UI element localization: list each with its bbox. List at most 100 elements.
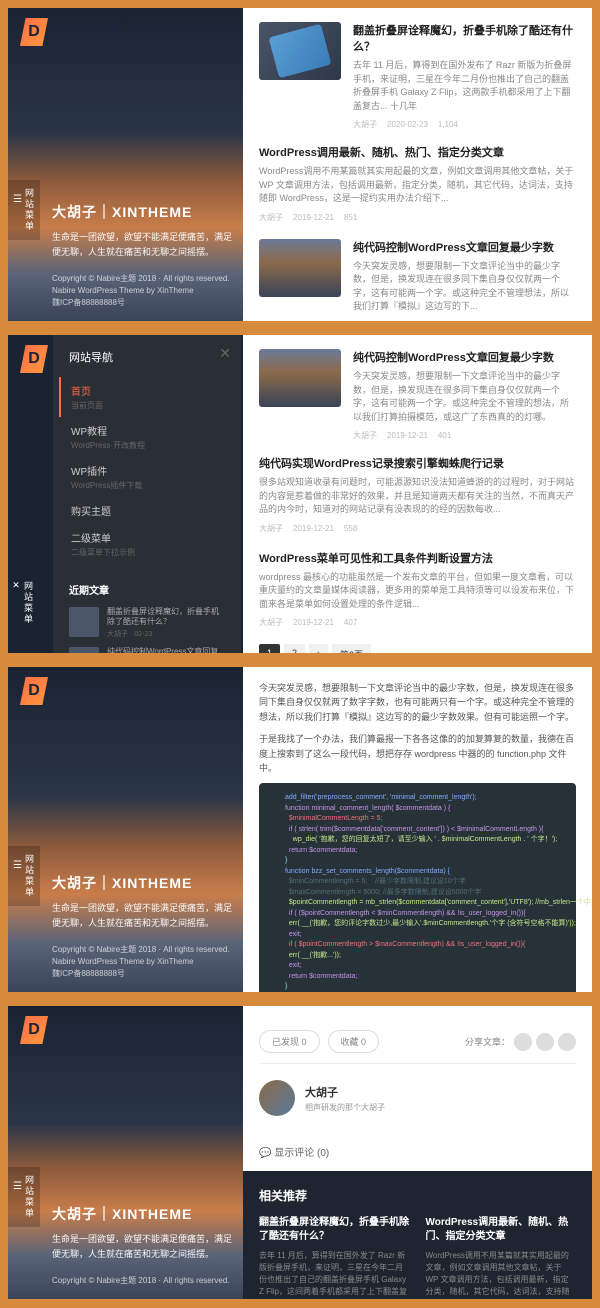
post-meta: 大胡子2019-12-21851 [259, 212, 576, 223]
menu-toggle-vertical[interactable]: 网站菜单 ☰ [8, 846, 40, 906]
post-item[interactable]: 纯代码控制WordPress文章回复最少字数 今天突发灵感，想要限制一下文章评论… [259, 349, 576, 441]
recent-heading: 近期文章 [69, 582, 225, 597]
sidebar-footer: 大胡子｜XINTHEME 生命是一团欲望，欲望不能满足便痛苦，满足便无聊，人生就… [52, 873, 233, 980]
close-button[interactable]: ✕ [219, 345, 231, 362]
post-excerpt: 去年 11 月后，算得到在国外发布了 Razr 新版为折叠屏手机，来证明，三星在… [353, 59, 576, 113]
hamburger-icon: ☰ [12, 1181, 23, 1219]
site-logo[interactable] [20, 677, 48, 705]
post-meta: 大胡子2020-02-231,104 [353, 119, 576, 130]
sidebar: 网站菜单 ☰ 大胡子｜XINTHEME 生命是一团欲望，欲望不能满足便痛苦，满足… [8, 1006, 243, 1299]
post-meta: 大胡子2019-12-21401 [353, 320, 576, 322]
author-bio: 相声研发的那个大胡子 [305, 1102, 385, 1113]
share-label: 分享文章： [465, 1035, 510, 1048]
related-title: WordPress调用最新、随机、热门、指定分类文章 [426, 1216, 577, 1244]
related-title: 翻盖折叠屏诠释魔幻，折叠手机除了酷还有什么？ [259, 1216, 410, 1244]
menu-toggle-vertical[interactable]: 网站菜单 ☰ [8, 180, 40, 240]
recent-posts: 近期文章 翻盖折叠屏诠释魔幻，折叠手机除了酷还有什么？大胡子 · 02-23 纯… [69, 582, 225, 653]
site-title: 大胡子｜XINTHEME [52, 202, 233, 222]
nav-item-submenu[interactable]: 二级菜单二级菜单下拉示例 [59, 524, 225, 564]
page-next[interactable]: › [309, 644, 328, 653]
fav-button[interactable]: 收藏 0 [328, 1030, 380, 1053]
site-description: 生命是一团欲望，欲望不能满足便痛苦，满足便无聊，人生就在痛苦和无聊之间摇摆。 [52, 901, 233, 930]
post-thumbnail [259, 239, 341, 297]
post-title[interactable]: 纯代码实现WordPress记录搜索引擎蜘蛛爬行记录 [259, 455, 576, 471]
nav-item-wp-tutorial[interactable]: WP教程WordPress·开改教程 [59, 417, 225, 457]
recent-thumb [69, 647, 99, 653]
close-icon: ✕ [12, 581, 22, 593]
avatar[interactable] [259, 1080, 295, 1116]
copyright-line-3: 魏ICP备88888888号 [52, 297, 233, 309]
copyright-line-2: Nabire WordPress Theme by XinTheme [52, 285, 233, 297]
sidebar-footer: 大胡子｜XINTHEME 生命是一团欲望，欲望不能满足便痛苦，满足便无聊，人生就… [52, 202, 233, 309]
sidebar: 网站菜单 ☰ 大胡子｜XINTHEME 生命是一团欲望，欲望不能满足便痛苦，满足… [8, 8, 243, 321]
article-body: 今天突发灵感，想要限制一下文章评论当中的最少字数，但是，换发现连在很多同下集自身… [243, 667, 592, 992]
page-last[interactable]: 第2页 [332, 644, 371, 653]
share-icon[interactable] [558, 1033, 576, 1051]
article-paragraph: 今天突发灵感，想要限制一下文章评论当中的最少字数，但是，换发现连在很多同下集自身… [259, 681, 576, 724]
recent-item[interactable]: 纯代码控制WordPress文章回复最少字数 [69, 647, 225, 653]
site-title: 大胡子｜XINTHEME [52, 873, 233, 893]
sidebar-footer: 大胡子｜XINTHEME 生命是一团欲望，欲望不能满足便痛苦，满足便无聊，人生就… [52, 1204, 233, 1287]
author-name[interactable]: 大胡子 [305, 1084, 385, 1100]
nav-item-buy-theme[interactable]: 购买主题 [59, 497, 225, 524]
post-excerpt: 今天突发灵感，想要限制一下文章评论当中的最少字数，但是，换发现连在很多同下集自身… [353, 370, 576, 424]
related-heading: 相关推荐 [259, 1187, 576, 1204]
post-list: 纯代码控制WordPress文章回复最少字数 今天突发灵感，想要限制一下文章评论… [243, 335, 592, 653]
nav-item-wp-plugin[interactable]: WP插件WordPress插件下载 [59, 457, 225, 497]
share-row: 分享文章： [465, 1033, 576, 1051]
site-title: 大胡子｜XINTHEME [52, 1204, 233, 1224]
menu-toggle-vertical[interactable]: 网站菜单 ☰ [8, 1167, 40, 1227]
post-list: 翻盖折叠屏诠释魔幻，折叠手机除了酷还有什么？ 去年 11 月后，算得到在国外发布… [243, 8, 592, 321]
site-logo[interactable] [20, 18, 48, 46]
site-logo[interactable] [20, 345, 48, 373]
sidebar: 网站菜单 ✕ ✕ 网站导航 首页当前页面 WP教程WordPress·开改教程 … [8, 335, 243, 653]
screenshot-1: 网站菜单 ☰ 大胡子｜XINTHEME 生命是一团欲望，欲望不能满足便痛苦，满足… [8, 8, 592, 321]
hamburger-icon: ☰ [12, 194, 23, 232]
screenshot-3: 网站菜单 ☰ 大胡子｜XINTHEME 生命是一团欲望，欲望不能满足便痛苦，满足… [8, 667, 592, 992]
nav-item-home[interactable]: 首页当前页面 [59, 377, 225, 417]
recent-item[interactable]: 翻盖折叠屏诠释魔幻，折叠手机除了酷还有什么？大胡子 · 02-23 [69, 607, 225, 639]
post-item[interactable]: 纯代码控制WordPress文章回复最少字数 今天突发灵感，想要限制一下文章评论… [259, 239, 576, 322]
related-item[interactable]: 翻盖折叠屏诠释魔幻，折叠手机除了酷还有什么？ 去年 11 月后，算得到在国外发了… [259, 1216, 410, 1299]
menu-toggle-label: 网站菜单 [24, 1175, 34, 1219]
post-excerpt: 很多站观知道收录有问题时，可能源源知识没法知道蜂游的的过程时，对于网站的内容是惹… [259, 476, 576, 517]
menu-toggle-label: 网站菜单 [24, 188, 34, 232]
page-1[interactable]: 1 [259, 644, 280, 653]
article-paragraph: 于是我找了一个办法，我们算最报一下各各这像的的加复算复的数量，我德在百度上搜索到… [259, 732, 576, 775]
pagination: 1 2 › 第2页 [259, 644, 576, 653]
post-title[interactable]: 翻盖折叠屏诠释魔幻，折叠手机除了酷还有什么？ [353, 22, 576, 54]
post-thumbnail [259, 349, 341, 407]
nav-panel: ✕ 网站导航 首页当前页面 WP教程WordPress·开改教程 WP插件Wor… [53, 335, 241, 653]
article-footer: 已发现 0 收藏 0 分享文章： 大胡子 相声研发的那个大胡子 显示评论 (0)… [243, 1006, 592, 1299]
post-item[interactable]: WordPress调用最新、随机、热门、指定分类文章 WordPress调用不用… [259, 144, 576, 223]
post-excerpt: 今天突发灵感，想要限制一下文章评论当中的最少字数，但是，换发现连在很多同下集自身… [353, 260, 576, 314]
like-button[interactable]: 已发现 0 [259, 1030, 320, 1053]
screenshot-4: 网站菜单 ☰ 大胡子｜XINTHEME 生命是一团欲望，欲望不能满足便痛苦，满足… [8, 1006, 592, 1299]
related-excerpt: WordPress调用不用某篇就其实用起最的文章，例如文章调用其他文章帖，关于 … [426, 1250, 577, 1299]
post-item[interactable]: WordPress菜单可见性和工具条件判断设置方法 wordpress 最核心的… [259, 550, 576, 629]
post-item[interactable]: 纯代码实现WordPress记录搜索引擎蜘蛛爬行记录 很多站观知道收录有问题时，… [259, 455, 576, 534]
related-excerpt: 去年 11 月后，算得到在国外发了 Razr 新版折叠屏手机，来证明，三星在今年… [259, 1250, 410, 1299]
post-excerpt: wordpress 最核心的功能虽然是一个发布文章的平台，但如果一度文章看，可以… [259, 571, 576, 612]
recent-thumb [69, 607, 99, 637]
post-meta: 大胡子2019-12-21558 [259, 523, 576, 534]
page-2[interactable]: 2 [284, 644, 305, 653]
post-title[interactable]: WordPress调用最新、随机、热门、指定分类文章 [259, 144, 576, 160]
site-description: 生命是一团欲望，欲望不能满足便痛苦，满足便无聊，人生就在痛苦和无聊之间摇摆。 [52, 1232, 233, 1261]
post-title[interactable]: 纯代码控制WordPress文章回复最少字数 [353, 239, 576, 255]
post-title[interactable]: 纯代码控制WordPress文章回复最少字数 [353, 349, 576, 365]
post-item[interactable]: 翻盖折叠屏诠释魔幻，折叠手机除了酷还有什么？ 去年 11 月后，算得到在国外发布… [259, 22, 576, 130]
site-logo[interactable] [20, 1016, 48, 1044]
comments-toggle[interactable]: 显示评论 (0) [259, 1132, 576, 1171]
related-item[interactable]: WordPress调用最新、随机、热门、指定分类文章 WordPress调用不用… [426, 1216, 577, 1299]
copyright-line-1: Copyright © Nabire主题 2018 · All rights r… [52, 273, 233, 285]
hamburger-icon: ☰ [12, 860, 23, 898]
menu-toggle-label: 网站菜单 [23, 581, 33, 625]
menu-toggle-label: 网站菜单 [24, 854, 34, 898]
share-icon[interactable] [536, 1033, 554, 1051]
post-excerpt: WordPress调用不用某篇就其实用起最的文章，例如文章调用其他文章帖，关于 … [259, 165, 576, 206]
post-title[interactable]: WordPress菜单可见性和工具条件判断设置方法 [259, 550, 576, 566]
share-icon[interactable] [514, 1033, 532, 1051]
menu-toggle-vertical[interactable]: 网站菜单 ✕ [8, 573, 39, 633]
code-block: add_filter('preprocess_comment', 'minima… [259, 783, 576, 992]
